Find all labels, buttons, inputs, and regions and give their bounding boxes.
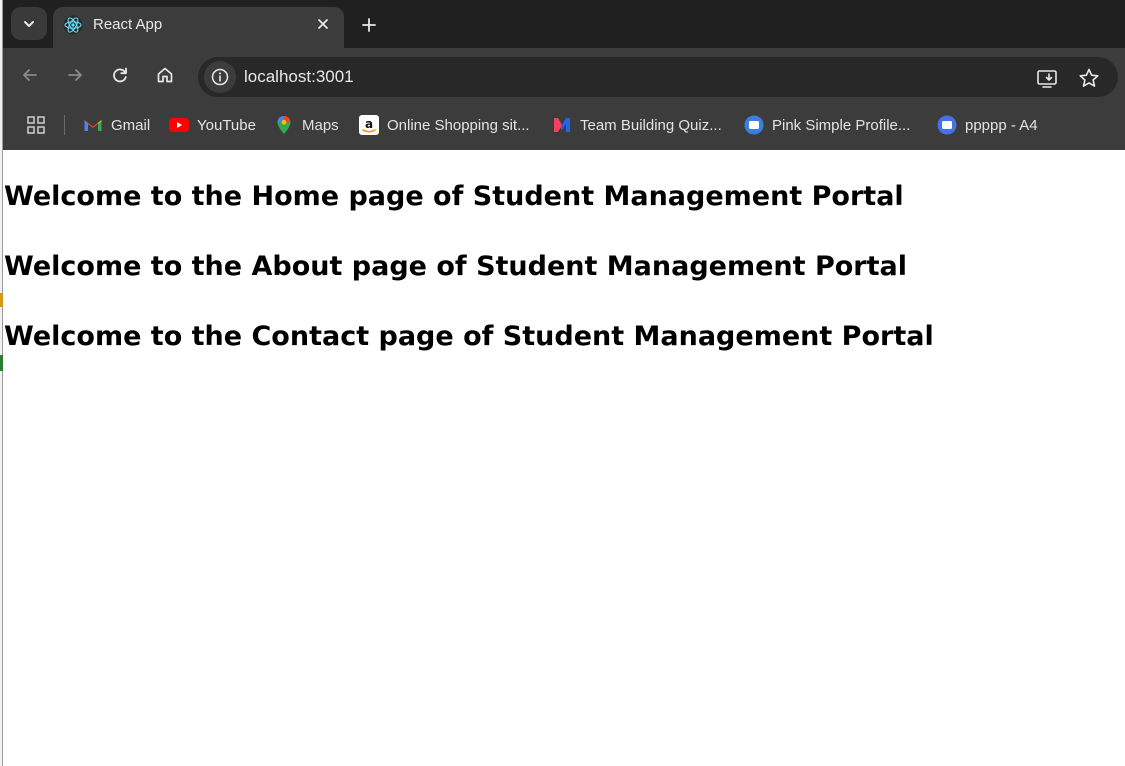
bookmark-label: Maps	[302, 116, 339, 134]
home-button[interactable]	[152, 62, 178, 88]
forward-button[interactable]	[62, 62, 88, 88]
maps-icon	[274, 115, 294, 135]
home-heading: Welcome to the Home page of Student Mana…	[4, 181, 904, 212]
bookmark-online-shopping[interactable]: a Online Shopping sit...	[359, 113, 530, 137]
amazon-icon: a	[359, 115, 379, 135]
arrow-left-icon	[23, 69, 37, 81]
canva-icon	[937, 115, 957, 135]
tab-react-app[interactable]: React App	[53, 7, 344, 48]
tab-close-button[interactable]	[312, 13, 334, 35]
info-icon	[211, 68, 229, 86]
apps-grid-icon[interactable]	[26, 115, 46, 135]
install-app-button[interactable]	[1034, 65, 1060, 91]
bookmark-gmail[interactable]: Gmail	[83, 113, 150, 137]
address-bar[interactable]: localhost:3001	[198, 57, 1118, 97]
star-icon	[1079, 68, 1099, 87]
plus-icon	[362, 18, 376, 32]
bookmark-ppppp-a4[interactable]: ppppp - A4	[937, 113, 1038, 137]
bookmark-label: ppppp - A4	[965, 116, 1038, 134]
bookmark-maps[interactable]: Maps	[274, 113, 339, 137]
bookmarks-bar: Gmail YouTube Maps a Online Shopping sit…	[0, 103, 1125, 150]
bookmark-label: YouTube	[197, 116, 256, 134]
react-icon	[63, 15, 83, 35]
home-icon	[157, 67, 173, 83]
browser-toolbar: localhost:3001	[0, 48, 1125, 103]
bookmark-label: Gmail	[111, 116, 151, 134]
bookmarks-separator	[64, 115, 65, 135]
tab-strip: React App	[0, 0, 1125, 48]
bookmark-label: Online Shopping sit...	[387, 116, 530, 134]
gmail-icon	[83, 115, 103, 135]
arrow-right-icon	[68, 69, 82, 81]
bookmark-label: Team Building Quiz...	[580, 116, 722, 134]
install-icon	[1037, 70, 1057, 88]
edge-marker	[0, 293, 3, 307]
svg-text:a: a	[365, 117, 373, 131]
tab-search-button[interactable]	[11, 7, 47, 40]
bookmark-label: Pink Simple Profile...	[772, 116, 911, 134]
bookmark-youtube[interactable]: YouTube	[169, 113, 256, 137]
edge-marker	[0, 355, 3, 371]
quiz-icon	[552, 115, 572, 135]
reload-icon	[113, 67, 127, 83]
about-heading: Welcome to the About page of Student Man…	[4, 251, 907, 282]
window-edge	[0, 0, 3, 766]
youtube-icon	[169, 115, 189, 135]
url-text[interactable]: localhost:3001	[244, 67, 354, 87]
canva-icon	[744, 115, 764, 135]
tab-title: React App	[93, 16, 163, 33]
chevron-down-icon	[24, 20, 34, 27]
reload-button[interactable]	[107, 62, 133, 88]
contact-heading: Welcome to the Contact page of Student M…	[4, 321, 934, 352]
page-content: Welcome to the Home page of Student Mana…	[4, 150, 1125, 766]
new-tab-button[interactable]	[356, 12, 382, 38]
close-icon	[318, 19, 328, 29]
back-button[interactable]	[17, 62, 43, 88]
bookmark-team-building-quiz[interactable]: Team Building Quiz...	[552, 113, 722, 137]
bookmark-star-button[interactable]	[1076, 65, 1102, 91]
site-info-button[interactable]	[204, 61, 236, 93]
bookmark-pink-simple-profile[interactable]: Pink Simple Profile...	[744, 113, 910, 137]
